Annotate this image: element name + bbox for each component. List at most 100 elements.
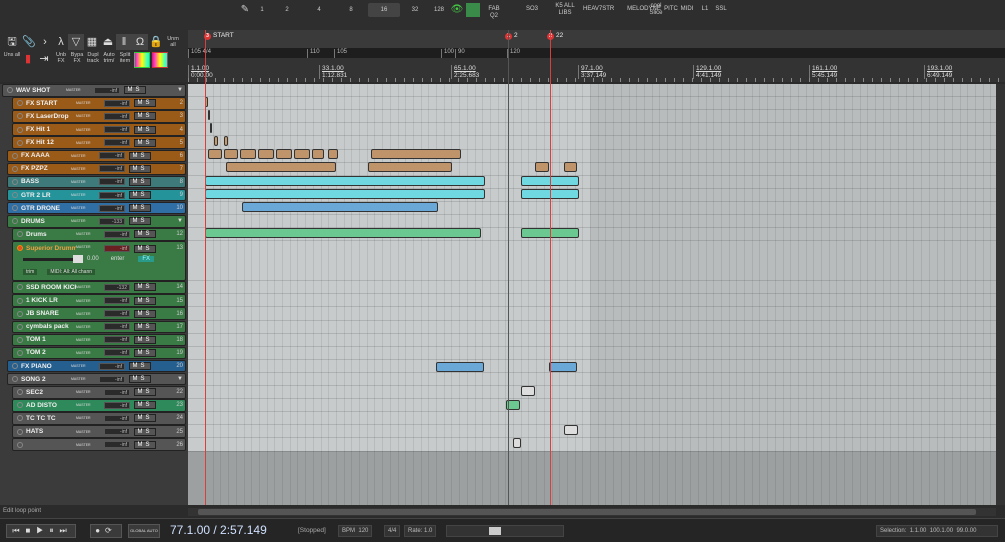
action-button[interactable]: HEAV7STR: [583, 6, 614, 20]
track-name[interactable]: FX AAAA: [21, 152, 71, 159]
media-item[interactable]: [549, 362, 577, 372]
track-header[interactable]: MASTER -inf MS 26: [12, 438, 186, 451]
item-color-icon[interactable]: [466, 3, 480, 17]
volume-meter[interactable]: -inf: [104, 297, 130, 305]
media-item[interactable]: [226, 162, 336, 172]
record-loop-buttons[interactable]: ●⟳: [90, 524, 122, 538]
mute-solo-buttons[interactable]: MS: [129, 362, 151, 371]
track-header[interactable]: FX LaserDrop MASTER -inf MS 3: [12, 110, 186, 123]
media-item[interactable]: [240, 149, 256, 159]
track-name[interactable]: GTR DRONE: [21, 205, 71, 212]
media-item[interactable]: [276, 149, 292, 159]
media-item[interactable]: [564, 162, 577, 172]
track-io-label[interactable]: MASTER: [76, 430, 100, 434]
media-item[interactable]: [242, 202, 438, 212]
global-auto-button[interactable]: GLOBAL AUTO: [128, 524, 160, 538]
mute-solo-buttons[interactable]: MS: [134, 388, 156, 397]
track-header[interactable]: HATS MASTER -inf MS 25: [12, 425, 186, 438]
media-item[interactable]: [205, 176, 485, 186]
track-io-label[interactable]: MASTER: [76, 325, 100, 329]
tempo-marker[interactable]: 90: [455, 49, 465, 58]
track-io-label[interactable]: MASTER: [76, 114, 100, 118]
folder-toggle-icon[interactable]: ▼: [177, 376, 183, 382]
volume-meter[interactable]: -inf: [104, 139, 130, 147]
mute-solo-buttons[interactable]: MS: [134, 414, 156, 423]
track-name[interactable]: Superior Drumm...3: [26, 245, 76, 252]
mute-solo-buttons[interactable]: MS: [134, 138, 156, 147]
track-header[interactable]: FX START MASTER -inf MS 2: [12, 97, 186, 110]
volume-meter[interactable]: -inf: [99, 362, 125, 370]
track-io-label[interactable]: MASTER: [76, 101, 100, 105]
track-io-label[interactable]: MASTER: [76, 141, 100, 145]
track-header[interactable]: TOM 2 MASTER -inf MS 19: [12, 346, 186, 360]
record-arm-button[interactable]: [12, 376, 18, 383]
grid-button-32[interactable]: 32: [408, 3, 422, 17]
track-name[interactable]: BASS: [21, 178, 71, 185]
media-item[interactable]: [371, 149, 461, 159]
record-arm-button[interactable]: [17, 310, 23, 317]
media-item[interactable]: [208, 110, 210, 120]
mute-solo-buttons[interactable]: MS: [134, 125, 156, 134]
track-header[interactable]: WAV SHOT MASTER -inf MS ▼: [2, 84, 186, 97]
record-arm-button[interactable]: [12, 152, 18, 159]
media-item[interactable]: [205, 189, 485, 199]
media-item[interactable]: [535, 162, 549, 172]
mute-solo-buttons[interactable]: MS: [129, 151, 151, 160]
grid-button-4[interactable]: 4: [312, 3, 326, 17]
track-name[interactable]: TOM 2: [26, 349, 76, 356]
track-name[interactable]: TOM 1: [26, 336, 76, 343]
save-icon[interactable]: 🖫: [4, 34, 20, 50]
media-item[interactable]: [521, 386, 535, 396]
timeline-ruler[interactable]: 1.1.00 0:00.00 33.1.00 1:12.831 65.1.00 2:25.…: [188, 58, 1005, 82]
record-arm-button[interactable]: [17, 428, 23, 435]
pan-enter[interactable]: enter: [111, 256, 125, 262]
mute-solo-buttons[interactable]: MS: [134, 230, 156, 239]
track-io-label[interactable]: MASTER: [76, 299, 100, 303]
volume-meter[interactable]: -132: [104, 283, 130, 291]
record-arm-button[interactable]: [17, 441, 23, 448]
volume-meter[interactable]: -inf: [104, 99, 130, 107]
track-io-label[interactable]: MASTER: [71, 219, 95, 223]
trim-button[interactable]: trim: [23, 269, 38, 276]
action-button[interactable]: SSL: [713, 6, 729, 20]
eye-check-icon[interactable]: 👁: [450, 3, 464, 17]
media-item[interactable]: [368, 162, 452, 172]
volume-meter[interactable]: -inf: [104, 245, 130, 253]
action-button[interactable]: L1: [697, 6, 713, 20]
track-header[interactable]: SONG 2 MASTER -inf MS ▼: [7, 372, 186, 386]
track-header[interactable]: cymbals pack MASTER -inf MS 17: [12, 320, 186, 334]
track-name[interactable]: DRUMS: [21, 218, 71, 225]
mute-solo-buttons[interactable]: MS: [134, 440, 156, 449]
fx-button[interactable]: FX: [138, 256, 155, 263]
tempo-marker[interactable]: 105 4/4: [188, 49, 211, 58]
mute-solo-buttons[interactable]: MS: [134, 245, 156, 254]
track-name[interactable]: WAV SHOT: [16, 87, 66, 94]
lambda-icon[interactable]: λ: [53, 34, 69, 50]
tempo-marker[interactable]: 110: [307, 49, 320, 58]
track-io-label[interactable]: MASTER: [76, 390, 100, 394]
grid-button-2[interactable]: 2: [280, 3, 294, 17]
mute-solo-buttons[interactable]: MS: [134, 427, 156, 436]
transport-controls[interactable]: ⏮■▶⏸⏭: [6, 524, 76, 538]
record-arm-button[interactable]: [17, 126, 23, 133]
mute-solo-buttons[interactable]: MS: [134, 99, 156, 108]
color-red-icon[interactable]: [152, 52, 168, 68]
track-header[interactable]: SSD ROOM KICK MASTER -132 MS 14: [12, 281, 186, 294]
track-header[interactable]: FX AAAA MASTER -inf MS 6: [7, 149, 186, 163]
track-io-label[interactable]: MASTER: [76, 338, 100, 342]
record-arm-button[interactable]: [17, 231, 23, 238]
meter-icon[interactable]: ▮: [20, 51, 36, 67]
media-item[interactable]: [328, 149, 338, 159]
volume-meter[interactable]: -inf: [99, 204, 125, 212]
mute-solo-buttons[interactable]: MS: [129, 191, 151, 200]
track-io-label[interactable]: MASTER: [76, 351, 100, 355]
volume-meter[interactable]: -inf: [104, 230, 130, 238]
volume-meter[interactable]: -inf: [104, 414, 130, 422]
track-header[interactable]: FX PZPZ MASTER -inf MS 7: [7, 162, 186, 176]
folder-toggle-icon[interactable]: ▼: [177, 218, 183, 224]
mute-solo-buttons[interactable]: MS: [134, 322, 156, 331]
track-name[interactable]: FX LaserDrop: [26, 113, 76, 120]
rate-field[interactable]: Rate: 1.0: [404, 525, 437, 537]
record-arm-button[interactable]: [17, 323, 23, 330]
action-button[interactable]: cool Slice: [648, 3, 664, 17]
